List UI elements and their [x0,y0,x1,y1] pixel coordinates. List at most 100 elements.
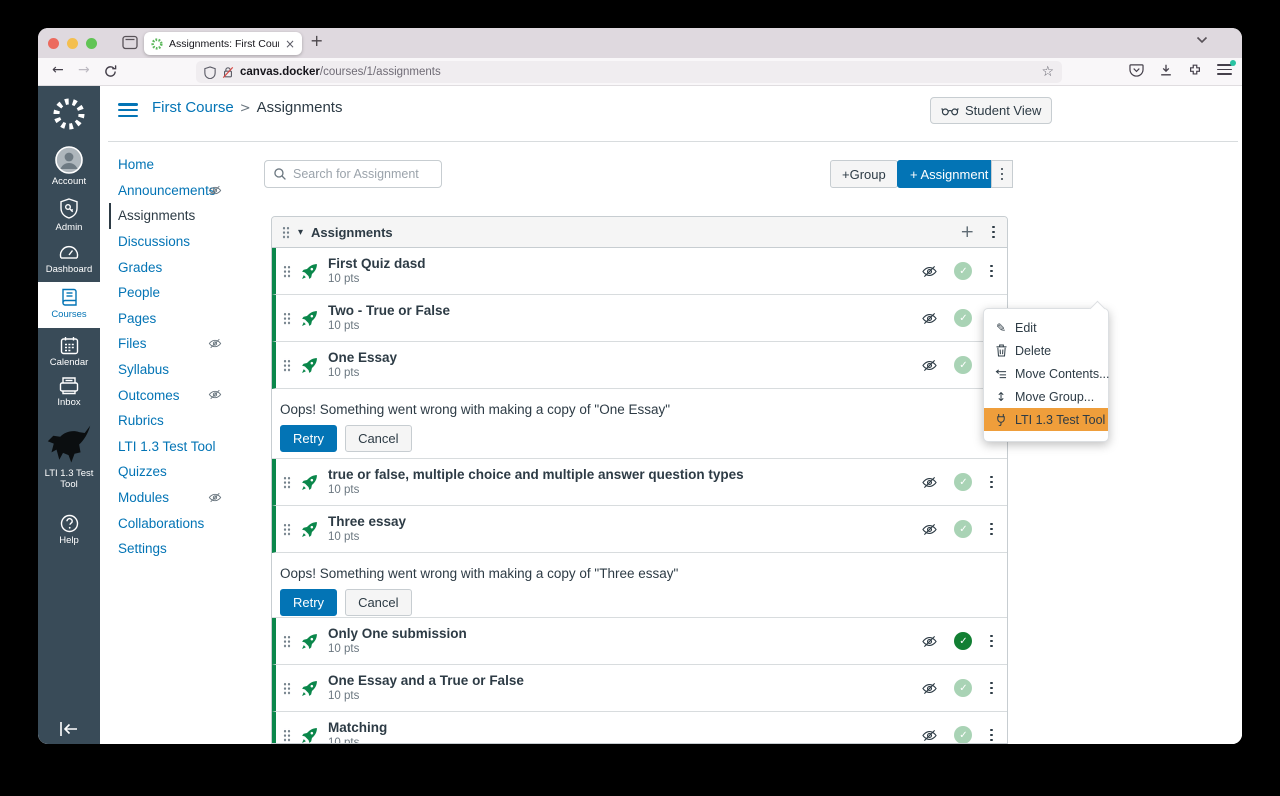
drag-handle-icon[interactable] [283,475,291,490]
add-group-button[interactable]: +Group [830,160,898,188]
global-nav-account[interactable]: Account [38,146,100,187]
tab-list-chevron-icon[interactable] [1196,36,1208,44]
global-nav-inbox[interactable]: Inbox [38,376,100,408]
menu-item-delete[interactable]: Delete [984,339,1108,362]
visibility-off-icon[interactable] [921,728,938,743]
global-nav-dashboard[interactable]: Dashboard [38,242,100,275]
cancel-button[interactable]: Cancel [345,425,411,452]
assignment-title-link[interactable]: One Essay and a True or False [328,674,524,688]
course-nav-files[interactable]: Files [118,331,268,357]
forward-button[interactable]: → [78,62,90,78]
course-nav-grades[interactable]: Grades [118,254,268,280]
global-nav-lti-tool[interactable]: LTI 1.3 Test Tool [38,424,100,490]
course-nav-announcements[interactable]: Announcements [118,178,268,204]
row-kebab-menu-button[interactable] [988,680,995,696]
row-kebab-menu-button[interactable] [988,521,995,537]
zoom-window-button[interactable] [86,38,97,49]
menu-item-edit[interactable]: ✎ Edit [984,316,1108,339]
course-nav-quizzes[interactable]: Quizzes [118,459,268,485]
global-nav-admin[interactable]: Admin [38,198,100,233]
published-check-icon[interactable]: ✓ [954,473,972,491]
extensions-icon[interactable] [1188,63,1202,77]
course-nav-syllabus[interactable]: Syllabus [118,357,268,383]
drag-handle-icon[interactable] [283,522,291,537]
menu-item-move-contents[interactable]: Move Contents... [984,362,1108,385]
collapse-group-triangle-icon[interactable]: ▾ [298,227,303,238]
add-assignment-to-group-icon[interactable]: + [960,222,974,242]
assignment-title-link[interactable]: Matching [328,721,387,735]
shield-icon[interactable] [204,66,216,79]
visibility-off-icon[interactable] [921,311,938,326]
add-assignment-button[interactable]: + Assignment [897,160,1001,188]
visibility-off-icon[interactable] [921,634,938,649]
row-kebab-menu-button[interactable] [988,633,995,649]
assignment-title-link[interactable]: true or false, multiple choice and multi… [328,468,744,482]
retry-button[interactable]: Retry [280,425,337,452]
lock-disabled-icon[interactable] [222,66,234,79]
drag-handle-icon[interactable] [283,728,291,743]
student-view-button[interactable]: Student View [930,97,1052,124]
browser-tab[interactable]: Assignments: First Course × [144,32,302,55]
row-kebab-menu-button[interactable] [988,474,995,490]
course-nav-lti-test-tool[interactable]: LTI 1.3 Test Tool [118,434,268,460]
menu-item-lti-test-tool[interactable]: LTI 1.3 Test Tool [984,408,1108,431]
drag-handle-icon[interactable] [282,225,290,240]
visibility-off-icon[interactable] [921,681,938,696]
course-nav-settings[interactable]: Settings [118,536,268,562]
pocket-icon[interactable] [1129,63,1144,77]
published-check-icon[interactable]: ✓ [954,520,972,538]
visibility-off-icon[interactable] [921,264,938,279]
row-kebab-menu-button[interactable] [988,263,995,279]
group-kebab-menu-button[interactable] [990,224,997,240]
course-nav-discussions[interactable]: Discussions [118,229,268,255]
published-check-icon[interactable]: ✓ [954,356,972,374]
browser-sidebar-toggle-icon[interactable] [122,35,138,50]
drag-handle-icon[interactable] [283,264,291,279]
assignment-title-link[interactable]: Three essay [328,515,406,529]
canvas-logo[interactable] [38,96,100,134]
course-nav-hamburger-icon[interactable] [118,103,138,118]
course-nav-modules[interactable]: Modules [118,485,268,511]
app-menu-icon[interactable] [1217,64,1232,76]
breadcrumb-course-link[interactable]: First Course [152,99,234,116]
bookmark-star-icon[interactable]: ☆ [1041,64,1054,80]
course-nav-people[interactable]: People [118,280,268,306]
toolbar-kebab-menu-button[interactable] [991,160,1013,188]
course-nav-outcomes[interactable]: Outcomes [118,382,268,408]
assignment-title-link[interactable]: Only One submission [328,627,467,641]
course-nav-collaborations[interactable]: Collaborations [118,510,268,536]
assignment-title-link[interactable]: One Essay [328,351,397,365]
global-nav-calendar[interactable]: Calendar [38,336,100,368]
url-bar[interactable]: canvas.docker/courses/1/assignments ☆ [196,61,1062,83]
visibility-off-icon[interactable] [921,522,938,537]
visibility-off-icon[interactable] [921,475,938,490]
drag-handle-icon[interactable] [283,311,291,326]
published-check-icon[interactable]: ✓ [954,262,972,280]
collapse-nav-button[interactable] [38,720,100,738]
published-check-icon[interactable]: ✓ [954,679,972,697]
tab-close-icon[interactable]: × [285,37,295,51]
drag-handle-icon[interactable] [283,634,291,649]
drag-handle-icon[interactable] [283,681,291,696]
published-check-icon[interactable]: ✓ [954,309,972,327]
assignment-title-link[interactable]: Two - True or False [328,304,450,318]
reload-button[interactable] [104,65,117,78]
search-input[interactable] [293,167,433,181]
published-check-icon[interactable]: ✓ [954,726,972,744]
course-nav-rubrics[interactable]: Rubrics [118,408,268,434]
downloads-icon[interactable] [1159,63,1173,77]
row-kebab-menu-button[interactable] [988,727,995,743]
global-nav-help[interactable]: Help [38,514,100,546]
minimize-window-button[interactable] [67,38,78,49]
new-tab-button[interactable]: + [310,31,323,50]
global-nav-courses[interactable]: Courses [38,282,100,328]
back-button[interactable]: ← [52,62,64,78]
course-nav-pages[interactable]: Pages [118,306,268,332]
published-check-icon[interactable]: ✓ [954,632,972,650]
retry-button[interactable]: Retry [280,589,337,616]
cancel-button[interactable]: Cancel [345,589,411,616]
visibility-off-icon[interactable] [921,358,938,373]
close-window-button[interactable] [48,38,59,49]
course-nav-assignments[interactable]: Assignments [109,203,268,229]
drag-handle-icon[interactable] [283,358,291,373]
